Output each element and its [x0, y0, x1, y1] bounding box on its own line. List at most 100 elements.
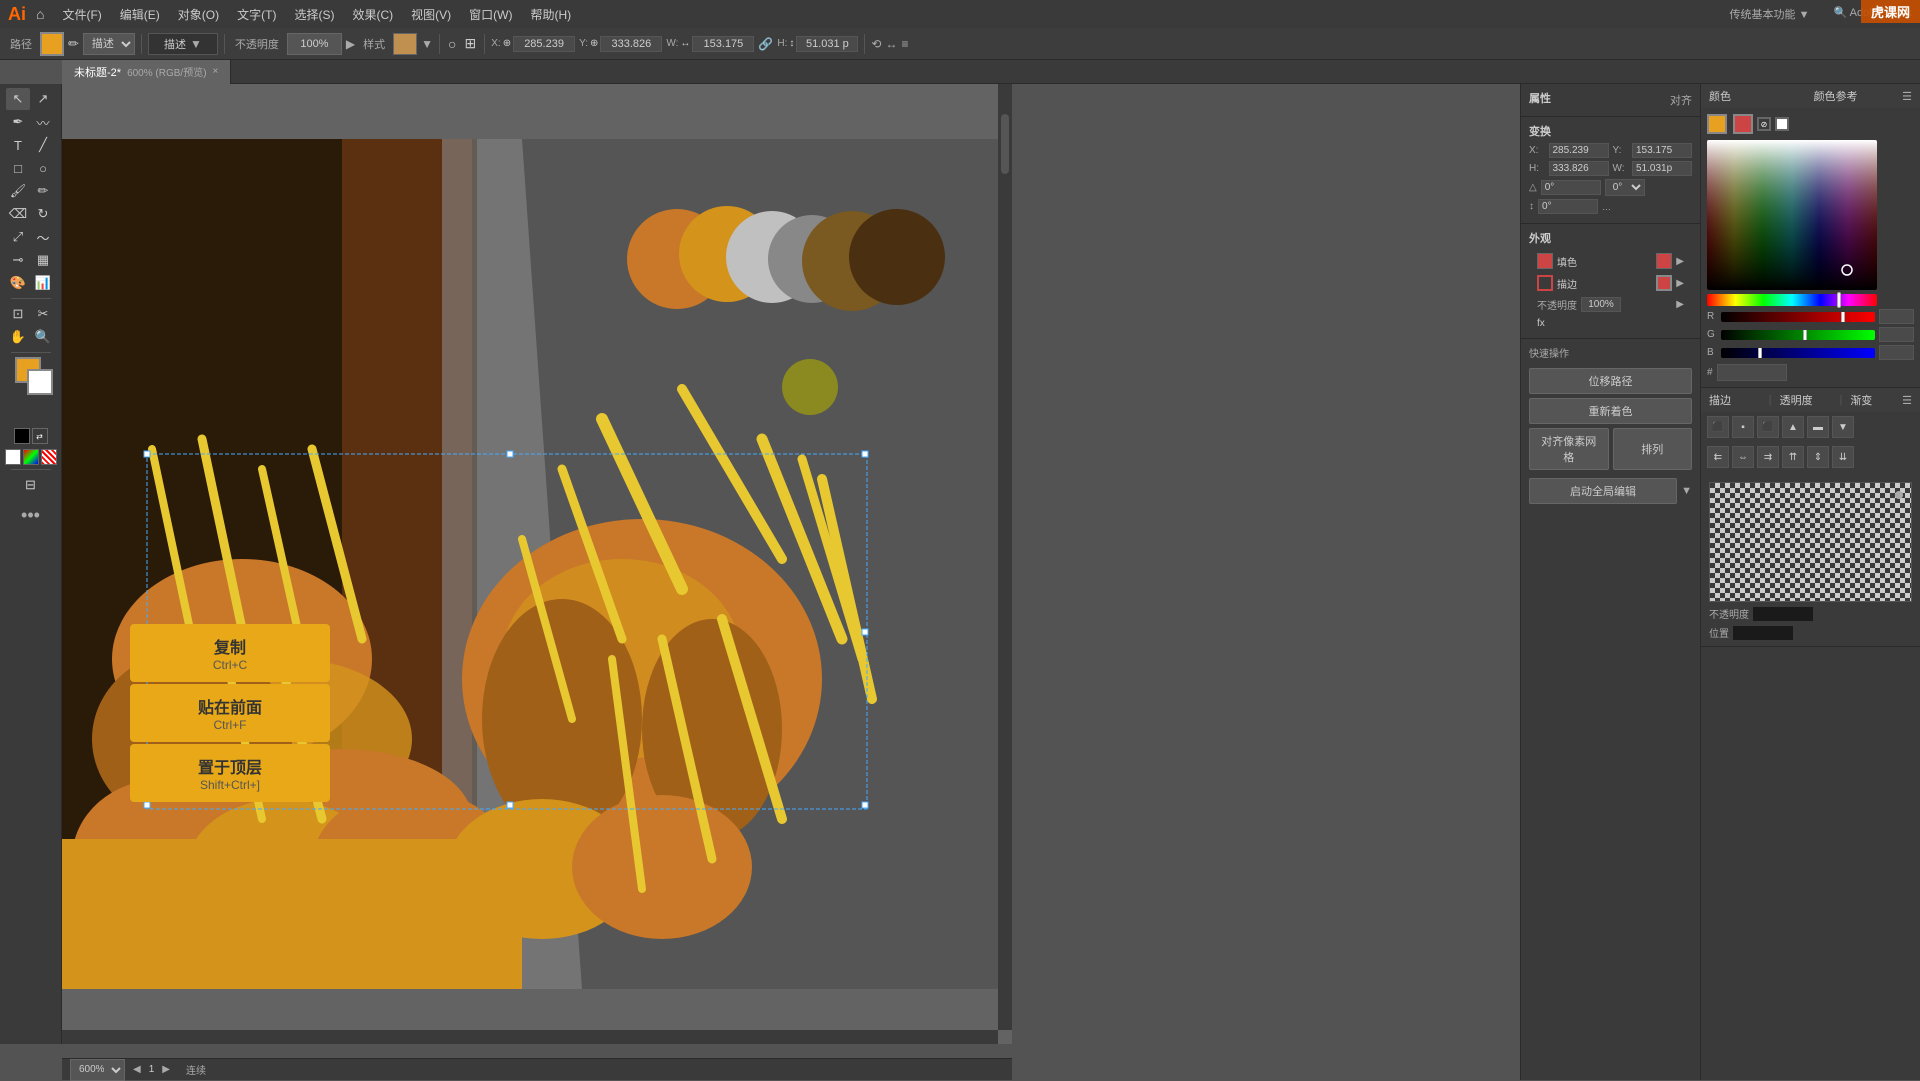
- ellipse-tool[interactable]: ○: [31, 157, 55, 179]
- align-pixel-btn[interactable]: 对齐像素网格: [1529, 428, 1609, 470]
- opacity-arrow[interactable]: ▶: [346, 37, 355, 51]
- change-screen-mode-btn[interactable]: ⊟: [7, 474, 55, 496]
- align-icon[interactable]: ≡: [901, 37, 908, 51]
- tab-close-btn[interactable]: ×: [213, 66, 219, 77]
- text-tool[interactable]: T: [6, 134, 30, 156]
- align-left-btn[interactable]: ⬛: [1707, 416, 1729, 438]
- trans-info-btn[interactable]: [1895, 491, 1903, 499]
- eraser-tool[interactable]: ⌫: [6, 203, 30, 225]
- fill-swatch-main[interactable]: [1707, 114, 1727, 134]
- artwork-canvas[interactable]: [62, 84, 1012, 1044]
- more-transform-btn[interactable]: …: [1602, 202, 1611, 212]
- canvas-scrollbar-vertical[interactable]: [998, 84, 1012, 1030]
- h-coord-input[interactable]: [796, 36, 858, 52]
- zoom-select[interactable]: 600%: [70, 1059, 125, 1081]
- pen-icon[interactable]: ✏: [68, 36, 79, 52]
- tx-input[interactable]: [1549, 143, 1609, 158]
- opacity-input[interactable]: [287, 33, 342, 55]
- nav-next-btn[interactable]: ▶: [162, 1064, 170, 1075]
- g-bar[interactable]: [1721, 330, 1875, 340]
- transform-icon[interactable]: ⟲: [871, 37, 881, 51]
- menu-effects[interactable]: 效果(C): [344, 4, 401, 25]
- line-tool[interactable]: ╱: [31, 134, 55, 156]
- dist-left-btn[interactable]: ⇇: [1707, 446, 1729, 468]
- tw-input[interactable]: [1632, 161, 1692, 176]
- rect-tool[interactable]: □: [6, 157, 30, 179]
- none-fill-btn[interactable]: [41, 449, 57, 465]
- fill-none-btn[interactable]: [5, 449, 21, 465]
- opacity-appear-arrow[interactable]: ▶: [1676, 299, 1684, 310]
- align-center-btn[interactable]: ▪: [1732, 416, 1754, 438]
- canvas-scrollbar-horizontal[interactable]: [62, 1030, 998, 1044]
- align-mid-btn[interactable]: ▬: [1807, 416, 1829, 438]
- zoom-tool[interactable]: 🔍: [31, 326, 55, 348]
- stroke-panel-title[interactable]: 描边: [1709, 392, 1761, 408]
- bring-to-front-menu-item[interactable]: 置于顶层 Shift+Ctrl+]: [130, 744, 330, 802]
- pen-tool[interactable]: ✒: [6, 111, 30, 133]
- scroll-thumb-vertical[interactable]: [1001, 114, 1009, 174]
- dist-bottom-btn[interactable]: ⇊: [1832, 446, 1854, 468]
- gradient-fill-btn[interactable]: [23, 449, 39, 465]
- tab-active[interactable]: 未标题-2* 600% (RGB/预览) ×: [62, 60, 231, 84]
- color-panel-menu-btn[interactable]: ☰: [1902, 90, 1912, 103]
- ty-input[interactable]: [1632, 143, 1692, 158]
- opacity-slider-bar[interactable]: [1753, 607, 1813, 621]
- dist-right-btn[interactable]: ⇉: [1757, 446, 1779, 468]
- copy-menu-item[interactable]: 复制 Ctrl+C: [130, 624, 330, 682]
- y-coord-input[interactable]: [600, 36, 662, 52]
- th-input[interactable]: [1549, 161, 1609, 176]
- menu-file[interactable]: 文件(F): [54, 4, 109, 25]
- direct-select-tool[interactable]: ↗: [31, 88, 55, 110]
- trans-panel-menu-btn[interactable]: ☰: [1902, 394, 1912, 407]
- width-tool[interactable]: ⊸: [6, 249, 30, 271]
- g-value-input[interactable]: 140: [1879, 327, 1914, 342]
- transparency-panel-title[interactable]: 透明度: [1780, 392, 1832, 408]
- align-bottom-btn[interactable]: ▼: [1832, 416, 1854, 438]
- stroke-color-appear-swatch[interactable]: [1656, 275, 1672, 291]
- warp-tool[interactable]: 〜: [31, 226, 55, 248]
- global-edit-btn[interactable]: 启动全局编辑: [1529, 478, 1677, 504]
- dist-center-btn[interactable]: ⇔: [1732, 446, 1754, 468]
- circle-icon[interactable]: ○: [448, 36, 456, 52]
- style-swatch[interactable]: [393, 33, 417, 55]
- graph-tool[interactable]: 📊: [31, 272, 55, 294]
- link-icon[interactable]: 🔗: [758, 37, 773, 51]
- no-fill-btn[interactable]: ⊘: [1757, 117, 1771, 131]
- menu-help[interactable]: 帮助(H): [522, 4, 579, 25]
- x-coord-input[interactable]: [513, 36, 575, 52]
- menu-edit[interactable]: 编辑(E): [112, 4, 168, 25]
- default-colors-btn[interactable]: [14, 428, 30, 444]
- b-bar[interactable]: [1721, 348, 1875, 358]
- opacity-appear-input[interactable]: [1581, 297, 1621, 312]
- grid-icon[interactable]: ⊞: [465, 35, 477, 52]
- color-gradient-picker[interactable]: [1707, 140, 1877, 290]
- more-tools-btn[interactable]: •••: [21, 505, 40, 526]
- gradient-panel-title[interactable]: 渐变: [1850, 392, 1902, 408]
- paste-front-menu-item[interactable]: 贴在前面 Ctrl+F: [130, 684, 330, 742]
- menu-view[interactable]: 视图(V): [403, 4, 459, 25]
- scale-tool[interactable]: ⤢: [6, 226, 30, 248]
- fill-color-swatch[interactable]: [1656, 253, 1672, 269]
- menu-object[interactable]: 对象(O): [170, 4, 227, 25]
- shear-input[interactable]: [1538, 199, 1598, 214]
- home-icon[interactable]: ⌂: [36, 6, 44, 22]
- r-bar[interactable]: [1721, 312, 1875, 322]
- w-coord-input[interactable]: [692, 36, 754, 52]
- nav-prev-btn[interactable]: ◀: [133, 1064, 141, 1075]
- dist-mid-btn[interactable]: ⇕: [1807, 446, 1829, 468]
- position-slider-bar[interactable]: [1733, 626, 1793, 640]
- menu-window[interactable]: 窗口(W): [461, 4, 520, 25]
- b-value-input[interactable]: 63: [1879, 345, 1914, 360]
- white-fill-btn[interactable]: [1775, 117, 1789, 131]
- dist-top-btn[interactable]: ⇈: [1782, 446, 1804, 468]
- stroke-line-box[interactable]: 描述 ▼: [148, 33, 218, 55]
- recolor-btn[interactable]: 重新着色: [1529, 398, 1692, 424]
- artboard-tool[interactable]: ⊡: [6, 303, 30, 325]
- hex-input[interactable]: CCBC3F: [1717, 364, 1787, 381]
- style-arrow[interactable]: ▼: [421, 37, 433, 51]
- align-top-btn[interactable]: ▲: [1782, 416, 1804, 438]
- reflect-icon[interactable]: ↔: [885, 37, 897, 51]
- hand-tool[interactable]: ✋: [6, 326, 30, 348]
- stroke-type-select[interactable]: 描述: [83, 33, 135, 55]
- offset-path-btn[interactable]: 位移路径: [1529, 368, 1692, 394]
